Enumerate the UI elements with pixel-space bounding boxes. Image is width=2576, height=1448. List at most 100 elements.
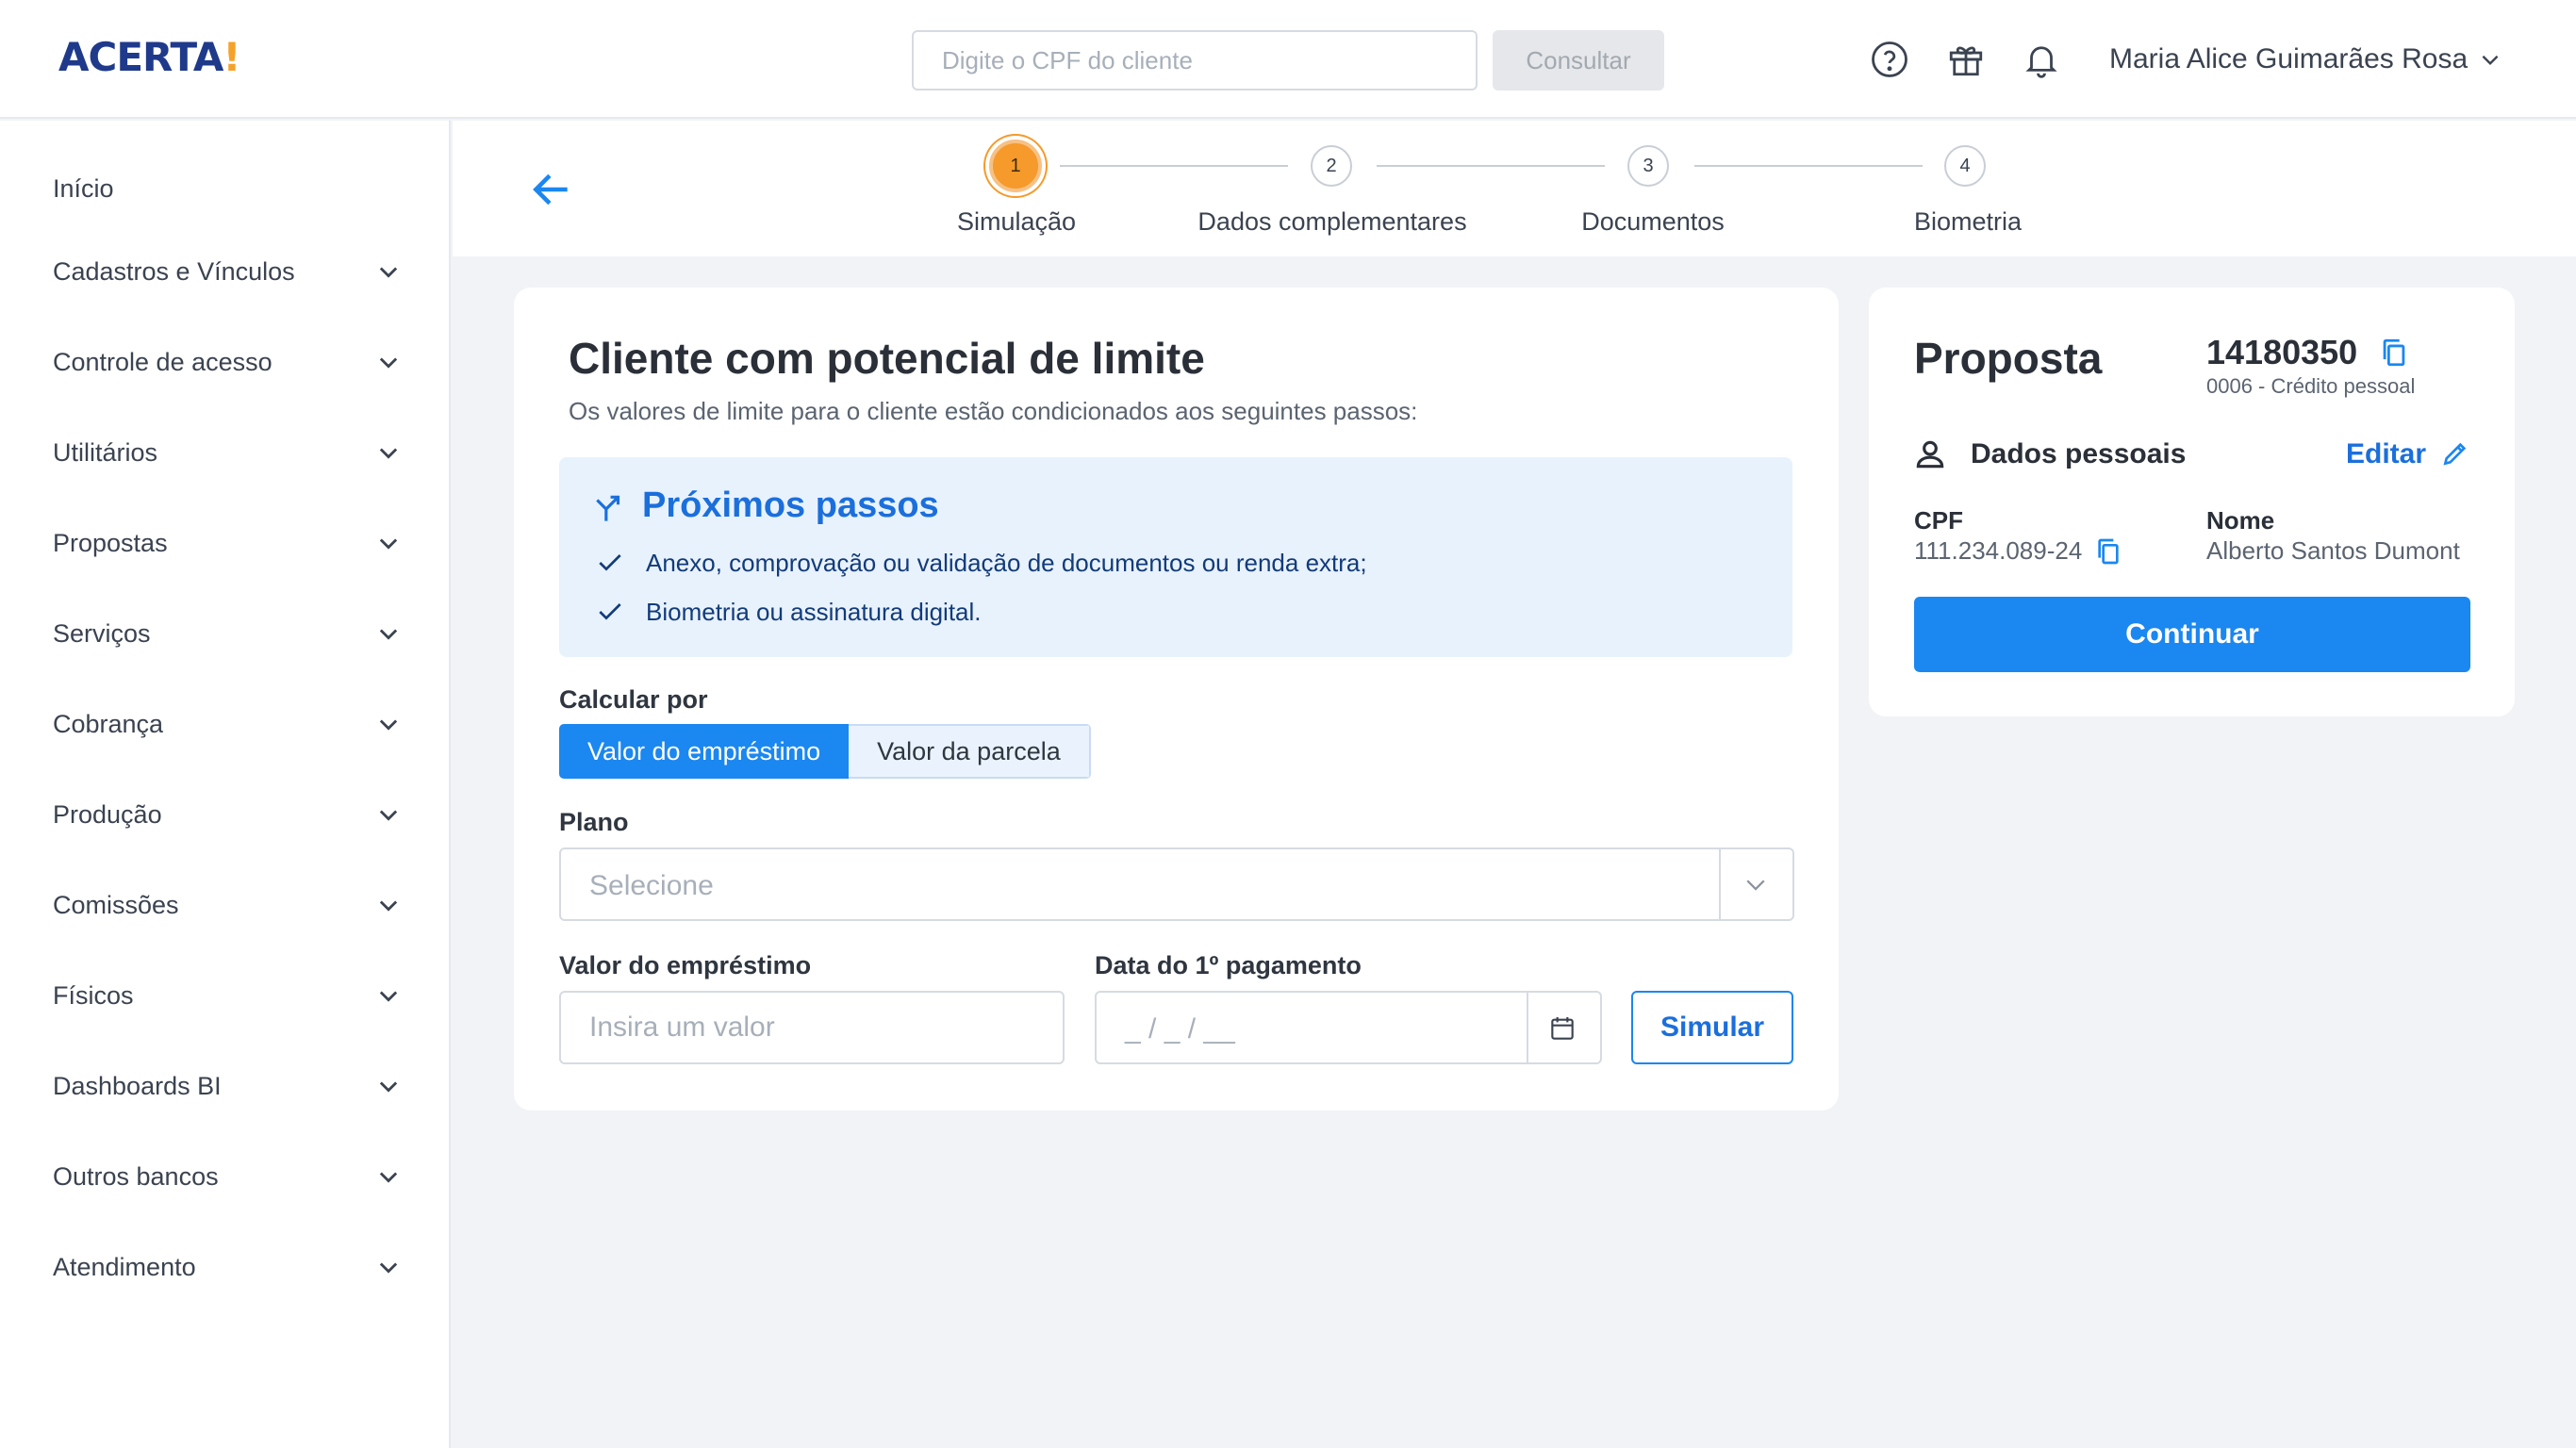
cpf-label: CPF	[1914, 506, 1963, 535]
sidebar-item[interactable]: Físicos	[53, 967, 402, 1024]
cpf-search-input[interactable]	[912, 30, 1478, 90]
first-payment-date-field[interactable]: _ / _ / __	[1095, 991, 1602, 1064]
continue-button[interactable]: Continuar	[1914, 597, 2470, 672]
next-step-item: Anexo, comprovação ou validação de docum…	[595, 548, 1367, 578]
bell-icon[interactable]	[2020, 38, 2063, 81]
next-steps-box: Próximos passos Anexo, comprovação ou va…	[559, 457, 1792, 657]
chevron-down-icon[interactable]	[375, 530, 402, 556]
proposal-title: Proposta	[1914, 334, 2103, 383]
chevron-down-icon[interactable]	[375, 801, 402, 828]
top-header: ACERTA! Consultar Maria Alice Guimarães …	[0, 0, 2576, 119]
sidebar-item[interactable]: Cobrança	[53, 696, 402, 752]
sidebar-item[interactable]: Produção	[53, 786, 402, 843]
calendar-icon[interactable]	[1547, 1013, 1577, 1044]
sidebar-item-label: Início	[53, 173, 114, 203]
step-4-label: Biometria	[1913, 207, 2023, 236]
chevron-down-icon[interactable]	[2478, 47, 2502, 72]
proposal-number: 14180350	[2206, 333, 2358, 371]
sidebar: Início Cadastros e Vínculos Controle de ac…	[0, 121, 451, 1448]
date-placeholder: _ / _ / __	[1125, 1013, 1235, 1045]
calc-by-label: Calcular por	[559, 685, 708, 714]
logo-bang: !	[223, 34, 240, 80]
pencil-icon[interactable]	[2440, 438, 2470, 469]
check-icon	[599, 603, 621, 620]
chevron-down-icon[interactable]	[375, 892, 402, 918]
step-3-indicator[interactable]: 3	[1627, 145, 1669, 187]
chevron-down-icon[interactable]	[375, 620, 402, 647]
next-step-text: Biometria ou assinatura digital.	[646, 597, 982, 626]
chevron-down-icon[interactable]	[375, 1254, 402, 1280]
sidebar-item[interactable]: Cadastros e Vínculos	[53, 243, 402, 300]
user-name[interactable]: Maria Alice Guimarães Rosa	[2109, 43, 2468, 75]
step-connector	[1694, 165, 1923, 167]
personal-data-label: Dados pessoais	[1971, 438, 2187, 469]
sidebar-item-label: Cadastros e Vínculos	[53, 256, 295, 286]
step-2-indicator[interactable]: 2	[1311, 145, 1352, 187]
calc-by-toggle: Valor do empréstimo Valor da parcela	[559, 724, 1091, 779]
plan-label: Plano	[559, 808, 629, 836]
sidebar-item[interactable]: Controle de acesso	[53, 334, 402, 390]
sidebar-item-label: Utilitários	[53, 437, 158, 467]
help-icon[interactable]	[1868, 38, 1911, 81]
next-steps-title: Próximos passos	[642, 485, 939, 525]
chevron-down-icon[interactable]	[375, 711, 402, 737]
sidebar-item[interactable]: Serviços	[53, 605, 402, 662]
sidebar-item-label: Produção	[53, 799, 162, 829]
plan-select[interactable]: Selecione	[559, 847, 1794, 921]
next-step-text: Anexo, comprovação ou validação de docum…	[646, 548, 1367, 577]
sidebar-item[interactable]: Outros bancos	[53, 1148, 402, 1205]
sidebar-item[interactable]: Comissões	[53, 877, 402, 933]
sidebar-item[interactable]: Utilitários	[53, 424, 402, 481]
step-1-label: Simulação	[956, 207, 1077, 236]
next-step-item: Biometria ou assinatura digital.	[595, 597, 982, 627]
card-title: Cliente com potencial de limite	[569, 334, 1205, 383]
sidebar-item[interactable]: Atendimento	[53, 1239, 402, 1295]
chevron-down-icon[interactable]	[375, 1163, 402, 1190]
sidebar-item-label: Físicos	[53, 980, 134, 1010]
calc-option-installment[interactable]: Valor da parcela	[849, 724, 1091, 779]
sidebar-item[interactable]: Propostas	[53, 515, 402, 571]
step-connector	[1377, 165, 1605, 167]
proposal-type: 0006 - Crédito pessoal	[2206, 374, 2416, 398]
select-divider	[1719, 849, 1721, 919]
first-payment-label: Data do 1º pagamento	[1095, 951, 1362, 979]
logo-text: ACERTA	[58, 34, 223, 80]
sidebar-item-label: Propostas	[53, 528, 168, 557]
plan-placeholder: Selecione	[589, 870, 714, 901]
step-connector	[1060, 165, 1288, 167]
sidebar-item-label: Outros bancos	[53, 1161, 219, 1191]
back-arrow-icon[interactable]	[528, 166, 575, 213]
sidebar-item-label: Dashboards BI	[53, 1071, 222, 1100]
name-value: Alberto Santos Dumont	[2206, 536, 2460, 565]
edit-link[interactable]: Editar	[2346, 438, 2426, 470]
merge-arrows-icon	[591, 491, 627, 527]
chevron-down-icon[interactable]	[375, 349, 402, 375]
copy-icon[interactable]	[2378, 337, 2410, 369]
gift-icon[interactable]	[1944, 38, 1988, 81]
loan-amount-input[interactable]	[559, 991, 1065, 1064]
sidebar-item[interactable]: Início	[53, 160, 402, 217]
step-4-indicator[interactable]: 4	[1944, 145, 1986, 187]
consult-button[interactable]: Consultar	[1493, 30, 1664, 90]
chevron-down-icon[interactable]	[375, 982, 402, 1009]
chevron-down-icon[interactable]	[375, 1073, 402, 1099]
copy-icon[interactable]	[2093, 536, 2123, 567]
chevron-down-icon[interactable]	[375, 258, 402, 285]
chevron-down-icon[interactable]	[1742, 870, 1770, 898]
cpf-value: 111.234.089-24	[1914, 536, 2083, 565]
sidebar-item-label: Comissões	[53, 890, 179, 919]
simulate-button[interactable]: Simular	[1631, 991, 1793, 1064]
sidebar-item-label: Serviços	[53, 618, 151, 648]
sidebar-item[interactable]: Dashboards BI	[53, 1058, 402, 1114]
proposal-card: Proposta 14180350 0006 - Crédito pessoal…	[1869, 288, 2515, 716]
sidebar-item-label: Cobrança	[53, 709, 164, 738]
calc-option-loan[interactable]: Valor do empréstimo	[559, 724, 850, 779]
step-3-label: Documentos	[1581, 207, 1725, 236]
app-logo[interactable]: ACERTA!	[58, 34, 241, 80]
step-1-indicator[interactable]: 1	[989, 140, 1042, 192]
step-2-label: Dados complementares	[1197, 207, 1467, 236]
person-icon	[1912, 436, 1948, 472]
date-divider	[1527, 993, 1528, 1062]
check-icon	[599, 554, 621, 571]
chevron-down-icon[interactable]	[375, 439, 402, 466]
